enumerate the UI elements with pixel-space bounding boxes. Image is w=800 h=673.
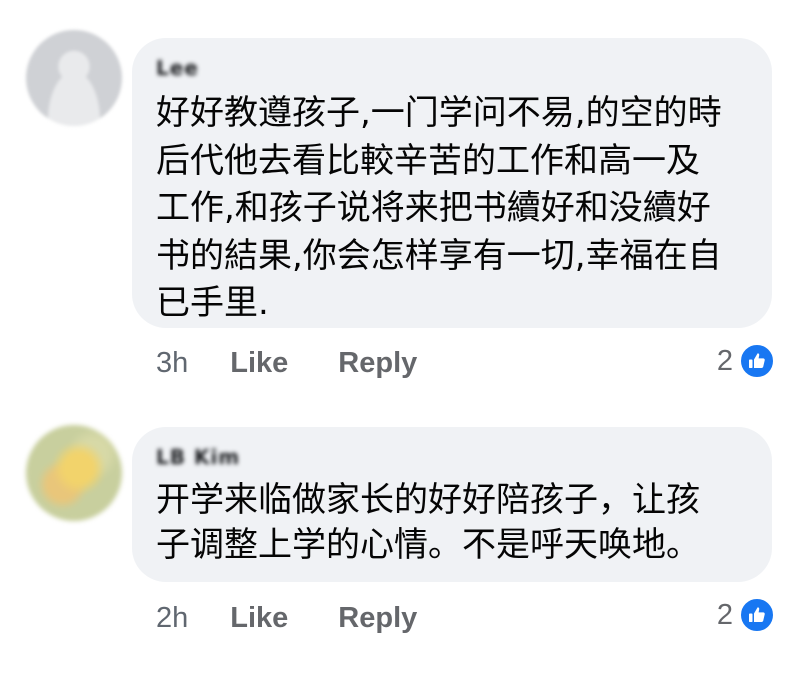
reaction-count: 2 <box>716 598 733 631</box>
avatar[interactable] <box>26 425 122 521</box>
comment-text: 开学来临做家长的好好陪孩子，让孩 子调整上学的心情。不是呼天唤地。 <box>156 480 700 565</box>
comment-actions: 2h Like Reply <box>156 598 417 638</box>
timestamp[interactable]: 2h <box>156 602 188 635</box>
comment-bubble: LB Kim 开学来临做家长的好好陪孩子，让孩 子调整上学的心情。不是呼天唤地。 <box>132 427 772 582</box>
reply-button[interactable]: Reply <box>338 347 417 380</box>
avatar[interactable] <box>26 30 122 126</box>
like-button[interactable]: Like <box>230 347 288 380</box>
thumbs-up-icon <box>739 597 775 633</box>
timestamp[interactable]: 3h <box>156 347 188 380</box>
comment-bubble: Lee 好好教遵孩子,一门学问不易,的空的時 后代他去看比較辛苦的工作和高一及 … <box>132 38 772 328</box>
comment-actions: 3h Like Reply <box>156 343 417 383</box>
reaction-count: 2 <box>716 344 733 377</box>
author-name[interactable]: Lee <box>156 56 199 80</box>
author-name[interactable]: LB Kim <box>156 445 240 469</box>
reaction-summary[interactable]: 2 <box>717 341 775 381</box>
reaction-summary[interactable]: 2 <box>717 595 775 635</box>
thumbs-up-icon <box>739 343 775 379</box>
comment-text: 好好教遵孩子,一门学问不易,的空的時 后代他去看比較辛苦的工作和高一及 工作,和… <box>156 93 722 323</box>
like-button[interactable]: Like <box>230 602 288 635</box>
comment: LB Kim 开学来临做家长的好好陪孩子，让孩 子调整上学的心情。不是呼天唤地。… <box>0 400 800 673</box>
comment: Lee 好好教遵孩子,一门学问不易,的空的時 后代他去看比較辛苦的工作和高一及 … <box>0 0 800 400</box>
reply-button[interactable]: Reply <box>338 602 417 635</box>
